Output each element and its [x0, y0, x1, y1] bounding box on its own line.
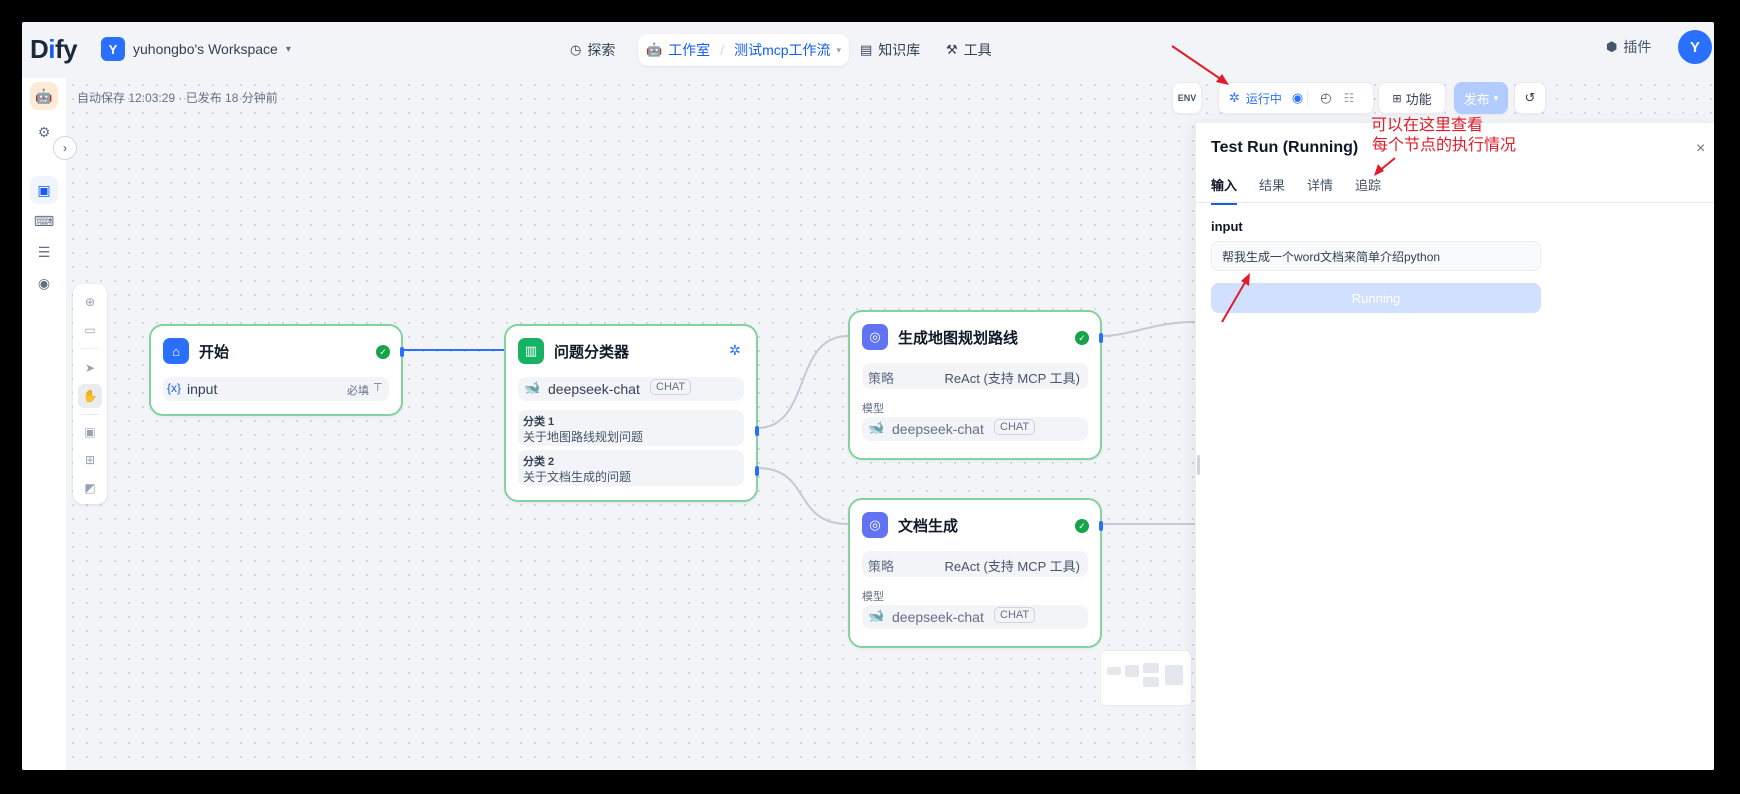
arrow-to-run-controls: [1171, 45, 1226, 83]
expand-sidebar-button[interactable]: ›: [53, 136, 77, 160]
arrow-to-input: [1221, 278, 1248, 323]
annotation-line-2: 每个节点的执行情况: [1372, 137, 1517, 154]
annotation-line-1: 可以在这里查看: [1371, 117, 1484, 134]
chevron-right-icon: ›: [63, 141, 67, 155]
app-window: Dify / Y yuhongbo's Workspace ▾ ◷ 探索 🤖 工…: [22, 22, 1714, 770]
